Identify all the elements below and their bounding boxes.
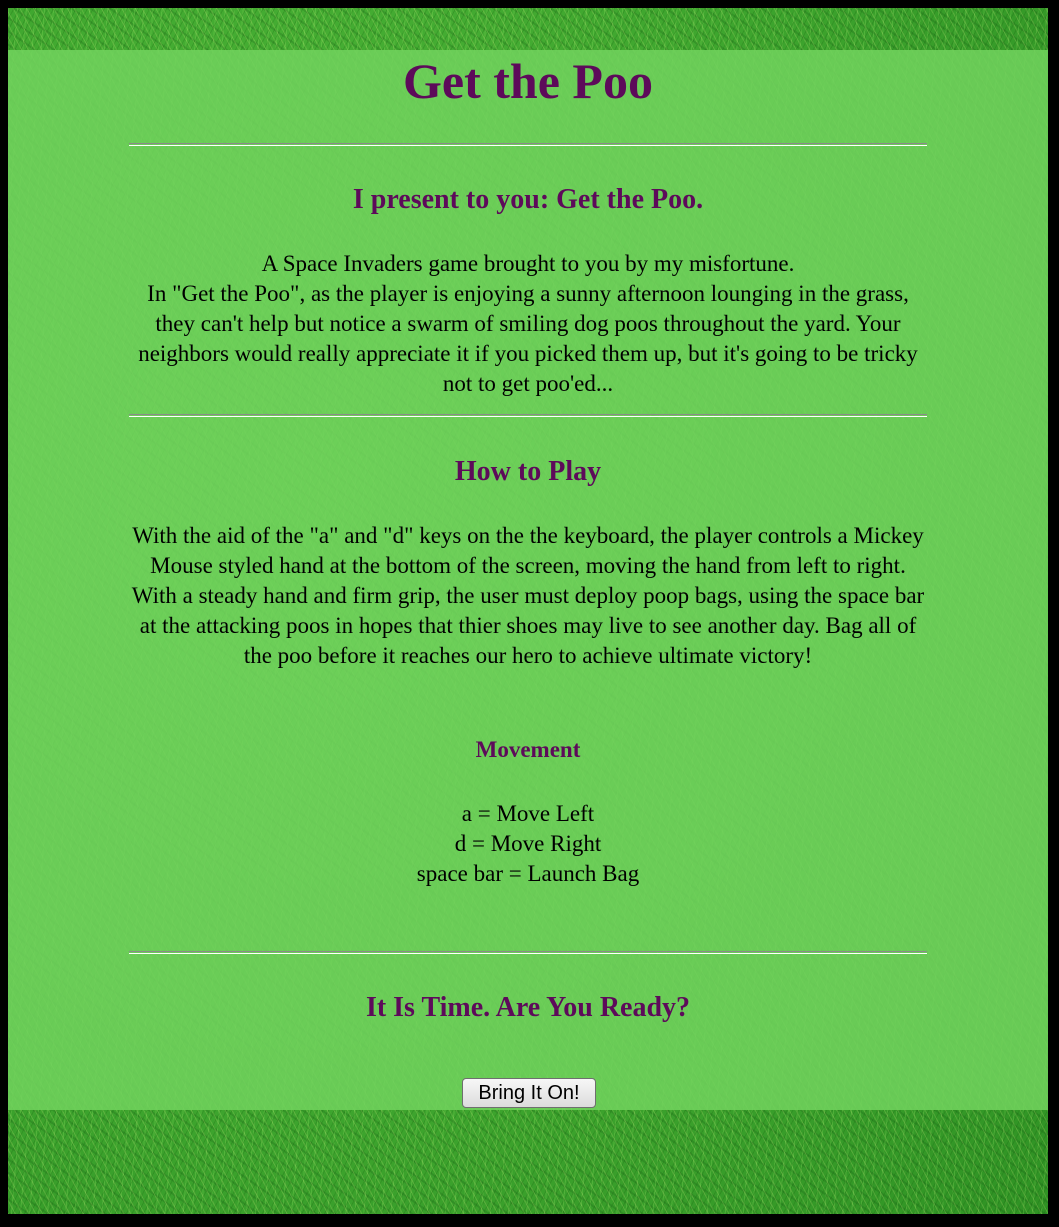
ready-heading: It Is Time. Are You Ready?	[365, 992, 691, 1023]
page-title: Get the Poo	[403, 53, 653, 109]
grass-background: Get the Poo I present to you: Get the Po…	[8, 8, 1048, 1214]
how-to-play-text: With the aid of the "a" and "d" keys on …	[131, 523, 925, 668]
control-move-right: d = Move Right	[454, 831, 602, 856]
intro-line-2: In "Get the Poo", as the player is enjoy…	[138, 281, 918, 396]
divider	[129, 143, 927, 146]
movement-controls-list: a = Move Left d = Move Right space bar =…	[128, 799, 928, 889]
how-to-play-heading: How to Play	[454, 456, 602, 487]
divider	[129, 414, 927, 417]
divider	[129, 951, 927, 954]
control-move-left: a = Move Left	[461, 801, 595, 826]
intro-heading: I present to you: Get the Poo.	[352, 184, 704, 215]
intro-line-1: A Space Invaders game brought to you by …	[261, 251, 795, 276]
control-launch-bag: space bar = Launch Bag	[416, 861, 640, 886]
content-panel: Get the Poo I present to you: Get the Po…	[8, 50, 1048, 1110]
start-game-button[interactable]: Bring It On!	[462, 1078, 596, 1108]
movement-heading: Movement	[475, 737, 581, 762]
intro-text: A Space Invaders game brought to you by …	[128, 249, 928, 399]
